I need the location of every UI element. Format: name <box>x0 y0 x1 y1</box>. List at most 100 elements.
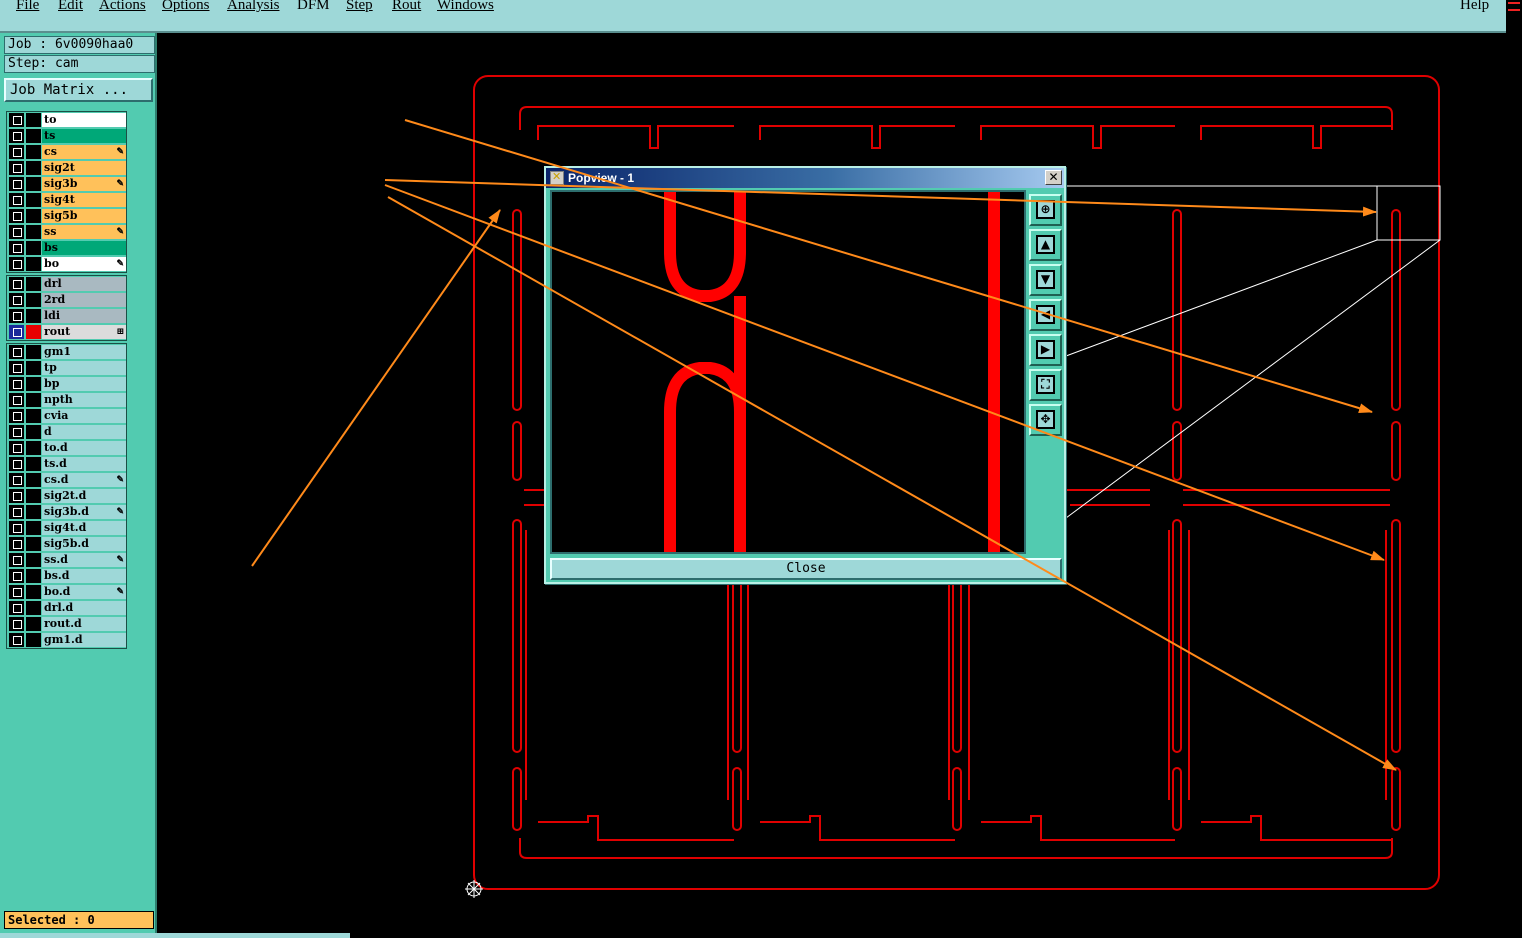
menu-file[interactable]: File <box>16 0 39 14</box>
layer-row-rout.d[interactable]: rout.d <box>7 616 126 632</box>
layer-affected-toggle[interactable] <box>26 277 41 291</box>
layer-affected-toggle[interactable] <box>26 633 41 647</box>
layer-name[interactable]: d <box>42 425 126 439</box>
layer-affected-toggle[interactable] <box>26 457 41 471</box>
layer-row-d[interactable]: d <box>7 424 126 440</box>
layer-affected-toggle[interactable] <box>26 617 41 631</box>
layer-checkbox[interactable] <box>9 325 24 339</box>
layer-checkbox[interactable] <box>9 537 24 551</box>
layer-affected-toggle[interactable] <box>26 537 41 551</box>
layer-name[interactable]: ts <box>42 129 126 143</box>
layer-name[interactable]: sig3b.d ✎ <box>42 505 126 519</box>
layer-row-drl[interactable]: drl <box>7 276 126 292</box>
layer-checkbox[interactable] <box>9 633 24 647</box>
layer-checkbox[interactable] <box>9 241 24 255</box>
layer-checkbox[interactable] <box>9 277 24 291</box>
layer-name[interactable]: rout.d <box>42 617 126 631</box>
layer-affected-toggle[interactable] <box>26 553 41 567</box>
layer-affected-toggle[interactable] <box>26 505 41 519</box>
layer-name[interactable]: sig4t.d <box>42 521 126 535</box>
layer-checkbox[interactable] <box>9 309 24 323</box>
layer-name[interactable]: ts.d <box>42 457 126 471</box>
layer-row-2rd[interactable]: 2rd <box>7 292 126 308</box>
layer-checkbox[interactable] <box>9 393 24 407</box>
close-icon[interactable]: ✕ <box>1045 170 1062 185</box>
layer-checkbox[interactable] <box>9 585 24 599</box>
layer-name[interactable]: 2rd <box>42 293 126 307</box>
layer-row-to[interactable]: to <box>7 112 126 128</box>
layer-name[interactable]: tp <box>42 361 126 375</box>
menu-edit[interactable]: Edit <box>58 0 83 14</box>
layer-affected-toggle[interactable] <box>26 345 41 359</box>
menu-actions[interactable]: Actions <box>99 0 146 14</box>
layer-row-bo[interactable]: bo ✎ <box>7 256 126 272</box>
layer-checkbox[interactable] <box>9 161 24 175</box>
layer-name[interactable]: bs.d <box>42 569 126 583</box>
layer-row-ss.d[interactable]: ss.d ✎ <box>7 552 126 568</box>
layer-affected-toggle[interactable] <box>26 293 41 307</box>
pan-down-icon[interactable]: ▼ <box>1029 264 1062 296</box>
layer-affected-toggle[interactable] <box>26 473 41 487</box>
layer-affected-toggle[interactable] <box>26 521 41 535</box>
layer-affected-toggle[interactable] <box>26 309 41 323</box>
layer-affected-toggle[interactable] <box>26 569 41 583</box>
menu-windows[interactable]: Windows <box>437 0 494 14</box>
layer-row-cs[interactable]: cs ✎ <box>7 144 126 160</box>
layer-checkbox[interactable] <box>9 377 24 391</box>
layer-row-drl.d[interactable]: drl.d <box>7 600 126 616</box>
pan-left-icon[interactable]: ◀ <box>1029 299 1062 331</box>
menu-step[interactable]: Step <box>346 0 373 14</box>
layer-checkbox[interactable] <box>9 617 24 631</box>
layer-row-sig3b[interactable]: sig3b ✎ <box>7 176 126 192</box>
layer-checkbox[interactable] <box>9 129 24 143</box>
layer-affected-toggle[interactable] <box>26 225 41 239</box>
layer-name[interactable]: cs ✎ <box>42 145 126 159</box>
layer-name[interactable]: to <box>42 113 126 127</box>
popview-title[interactable]: Popview - 1 <box>546 168 1064 188</box>
layer-checkbox[interactable] <box>9 409 24 423</box>
layer-row-ts.d[interactable]: ts.d <box>7 456 126 472</box>
layer-row-cs.d[interactable]: cs.d ✎ <box>7 472 126 488</box>
layer-checkbox[interactable] <box>9 569 24 583</box>
layer-checkbox[interactable] <box>9 209 24 223</box>
layer-checkbox[interactable] <box>9 441 24 455</box>
layer-affected-toggle[interactable] <box>26 113 41 127</box>
layer-checkbox[interactable] <box>9 601 24 615</box>
menu-options[interactable]: Options <box>162 0 210 14</box>
layer-affected-toggle[interactable] <box>26 161 41 175</box>
layer-row-gm1[interactable]: gm1 <box>7 344 126 360</box>
layer-name[interactable]: cs.d ✎ <box>42 473 126 487</box>
layer-affected-toggle[interactable] <box>26 585 41 599</box>
layer-checkbox[interactable] <box>9 113 24 127</box>
layer-checkbox[interactable] <box>9 345 24 359</box>
layer-affected-toggle[interactable] <box>26 257 41 271</box>
layer-row-bs.d[interactable]: bs.d <box>7 568 126 584</box>
layer-affected-toggle[interactable] <box>26 177 41 191</box>
layer-checkbox[interactable] <box>9 457 24 471</box>
layer-affected-toggle[interactable] <box>26 601 41 615</box>
layer-row-gm1.d[interactable]: gm1.d <box>7 632 126 648</box>
layer-affected-toggle[interactable] <box>26 425 41 439</box>
layer-affected-toggle[interactable] <box>26 377 41 391</box>
layer-name[interactable]: rout ⊞ <box>42 325 126 339</box>
layer-name[interactable]: sig2t <box>42 161 126 175</box>
layer-affected-toggle[interactable] <box>26 325 41 339</box>
close-button[interactable]: Close <box>550 558 1062 580</box>
layer-affected-toggle[interactable] <box>26 129 41 143</box>
menu-rout[interactable]: Rout <box>392 0 421 14</box>
layer-name[interactable]: bs <box>42 241 126 255</box>
layer-checkbox[interactable] <box>9 177 24 191</box>
layer-row-tp[interactable]: tp <box>7 360 126 376</box>
pan-up-icon[interactable]: ▲ <box>1029 229 1062 261</box>
layer-name[interactable]: gm1 <box>42 345 126 359</box>
layer-checkbox[interactable] <box>9 553 24 567</box>
layer-affected-toggle[interactable] <box>26 441 41 455</box>
layer-checkbox[interactable] <box>9 489 24 503</box>
layer-row-sig5b[interactable]: sig5b <box>7 208 126 224</box>
layer-name[interactable]: bo.d ✎ <box>42 585 126 599</box>
layer-checkbox[interactable] <box>9 361 24 375</box>
layer-affected-toggle[interactable] <box>26 409 41 423</box>
layer-name[interactable]: sig2t.d <box>42 489 126 503</box>
layer-checkbox[interactable] <box>9 505 24 519</box>
layer-name[interactable]: bp <box>42 377 126 391</box>
